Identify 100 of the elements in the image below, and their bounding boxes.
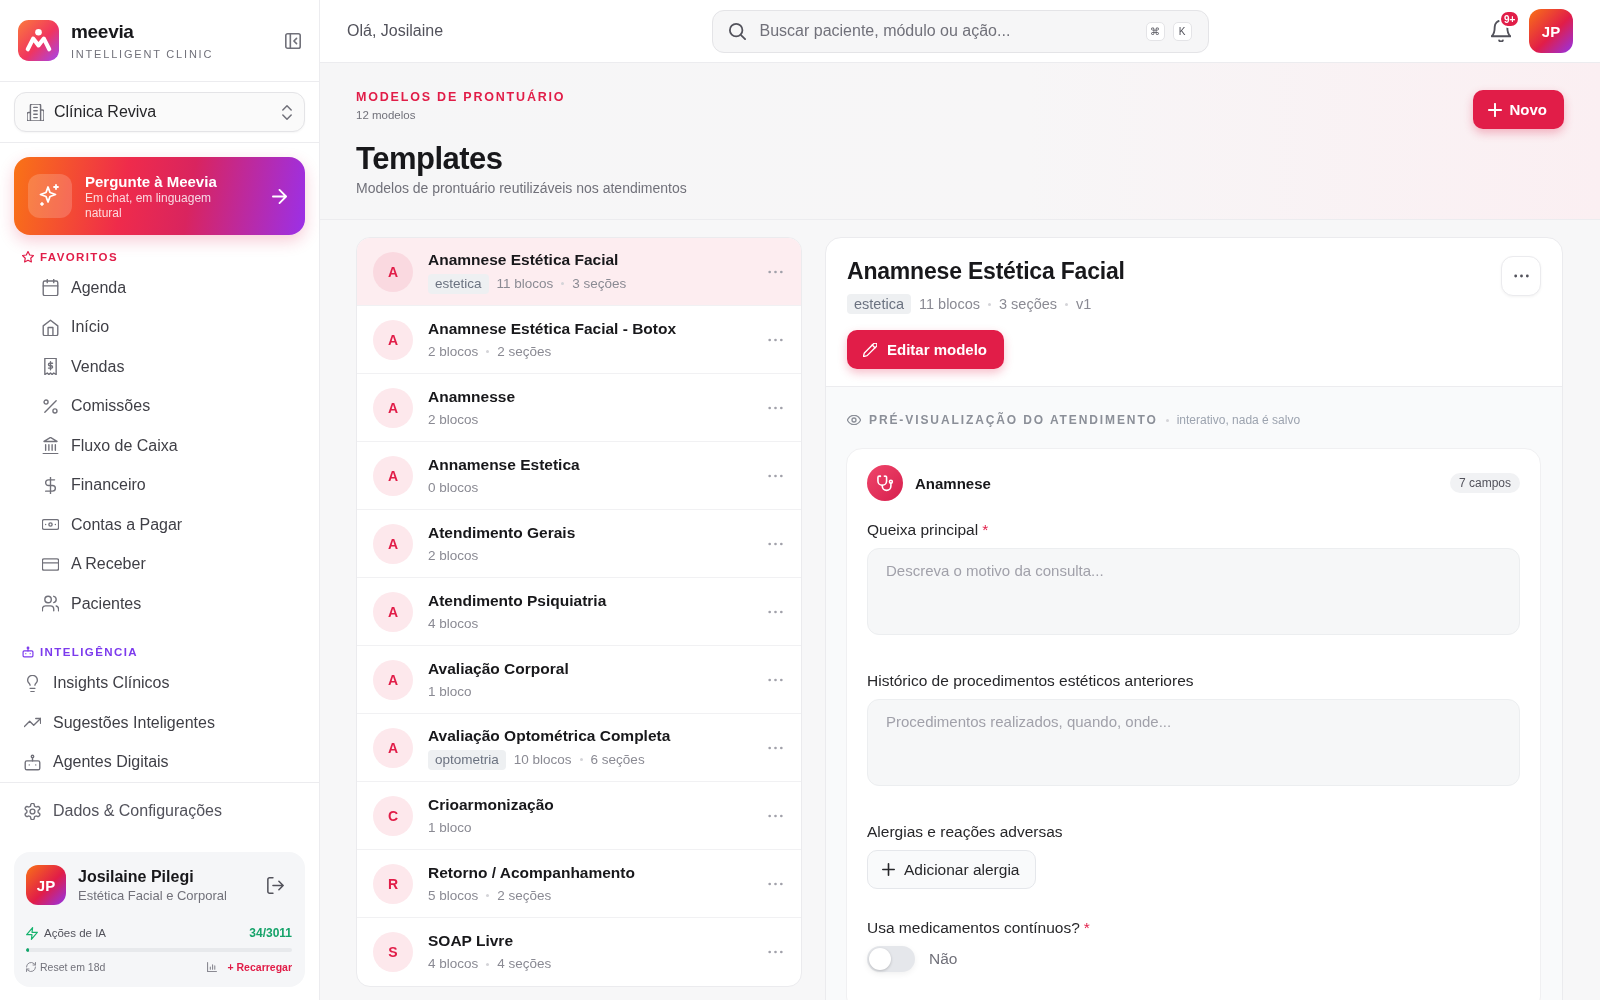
search-icon (728, 22, 746, 40)
toggle-switch[interactable] (867, 946, 915, 972)
template-meta: 6 seções (590, 750, 645, 769)
logout-icon[interactable] (267, 876, 284, 894)
dot-separator-icon (486, 962, 490, 966)
template-meta: 2 blocos (428, 410, 479, 429)
section-title: FAVORITOS (40, 251, 118, 263)
bar-chart-icon (207, 962, 218, 972)
template-row[interactable]: A Anamnesse 2 blocos (357, 374, 801, 442)
lightning-icon (26, 926, 38, 940)
template-name: Atendimento Psiquiatria (428, 590, 607, 610)
more-options-icon[interactable] (768, 541, 783, 546)
category-tag: estetica (847, 294, 911, 314)
section-title: Anamnese (915, 474, 991, 492)
page-subtitle: Modelos de prontuário reutilizáveis nos atendimentos (356, 179, 687, 198)
plus-icon (882, 863, 895, 876)
template-avatar: A (373, 251, 413, 292)
template-meta: 11 blocos (919, 295, 980, 313)
template-meta: 2 seções (497, 886, 552, 905)
template-name: SOAP Livre (428, 931, 514, 950)
template-meta: 5 blocos (428, 886, 479, 905)
nav-item[interactable]: Financeiro (0, 465, 319, 505)
text-area-field[interactable]: Descreva o motivo da consulta... (867, 548, 1520, 635)
dot-separator-icon (579, 758, 583, 761)
search-field[interactable]: Buscar paciente, módulo ou ação... ⌘ K (711, 9, 1209, 53)
template-row[interactable]: A Annamense Estetica 0 blocos (357, 442, 801, 510)
more-options-icon[interactable] (768, 745, 783, 750)
template-meta: 2 blocos (428, 546, 479, 565)
nav-item[interactable]: Contas a Pagar (0, 505, 319, 545)
template-row[interactable]: R Retorno / Acompanhamento 5 blocos 2 seções (357, 850, 801, 918)
section-title: INTELIGÊNCIA (40, 645, 138, 658)
more-options-icon[interactable] (768, 813, 783, 818)
user-role: Estética Facial e Corporal (78, 886, 227, 904)
refresh-icon (26, 962, 36, 972)
template-name: Retorno / Acompanhamento (428, 862, 635, 882)
template-meta: 4 blocos (428, 955, 479, 973)
template-meta: 0 blocos (428, 478, 479, 497)
more-options-icon[interactable] (768, 473, 783, 478)
nav-item[interactable]: Dados & Configurações (0, 791, 319, 831)
template-meta: 2 blocos (428, 342, 479, 361)
ask-assistant-card[interactable]: Pergunte à Meevia Em chat, em linguagem natural (14, 157, 305, 235)
recharge-link[interactable]: + Recarregar (227, 961, 292, 973)
template-row[interactable]: A Atendimento Gerais 2 blocos (357, 510, 801, 578)
user-avatar[interactable]: JP (1529, 9, 1573, 53)
template-avatar: A (373, 387, 413, 428)
nav-item[interactable]: Sugestões Inteligentes (0, 703, 319, 743)
nav-item[interactable]: Início (0, 307, 319, 347)
new-template-button[interactable]: Novo (1472, 90, 1564, 129)
more-options-icon[interactable] (768, 950, 783, 954)
template-meta: 1 bloco (428, 818, 472, 837)
template-row[interactable]: C Crioarmonização 1 bloco (357, 782, 801, 850)
nav-item[interactable]: Vendas (0, 347, 319, 387)
add-allergy-button[interactable]: Adicionar alergia (867, 850, 1037, 889)
more-options-icon[interactable] (768, 405, 783, 410)
template-name: Avaliação Corporal (428, 658, 569, 678)
greeting: Olá, Josilaine (347, 22, 444, 40)
template-meta: 1 bloco (428, 682, 472, 701)
star-icon (22, 251, 34, 263)
nav-item[interactable]: Fluxo de Caixa (0, 426, 319, 466)
robot-icon (22, 645, 34, 658)
template-meta: 11 blocos (496, 274, 554, 293)
category-tag: estetica (428, 273, 489, 294)
template-name: Anamnesse (428, 386, 515, 406)
nav-item[interactable]: Insights Clínicos (0, 663, 319, 703)
template-avatar: A (373, 659, 413, 700)
plus-icon (1487, 102, 1502, 117)
more-options-icon[interactable] (768, 269, 783, 274)
text-area-field[interactable]: Procedimentos realizados, quando, onde... (867, 699, 1520, 786)
field-label: Histórico de procedimentos estéticos anteriores (867, 671, 1194, 691)
more-options-icon[interactable] (768, 677, 783, 682)
template-row[interactable]: S SOAP Livre 4 blocos 4 seções (357, 918, 801, 986)
more-options-icon[interactable] (768, 337, 783, 342)
nav-item[interactable]: A Receber (0, 544, 319, 584)
page-eyebrow: MODELOS DE PRONTUÁRIO (356, 89, 566, 105)
template-row[interactable]: A Atendimento Psiquiatria 4 blocos (357, 578, 801, 646)
dot-separator-icon (988, 302, 991, 306)
dot-separator-icon (1065, 302, 1069, 306)
template-row[interactable]: A Anamnese Estética Facial estetica 11 blocos 3 seções (357, 238, 801, 306)
receipt-icon (42, 358, 59, 376)
template-row[interactable]: A Avaliação Corporal 1 bloco (357, 646, 801, 714)
template-row[interactable]: A Anamnese Estética Facial - Botox 2 blocos 2 seções (357, 306, 801, 374)
edit-template-button[interactable]: Editar modelo (847, 330, 1004, 369)
search-input[interactable]: Buscar paciente, módulo ou ação... (759, 19, 1138, 43)
category-tag: optometria (428, 749, 506, 770)
collapse-sidebar-icon[interactable] (285, 32, 301, 49)
template-name: Crioarmonização (428, 794, 554, 814)
nav-item[interactable]: Agentes Digitais (0, 742, 319, 782)
building-icon (27, 103, 44, 121)
stethoscope-icon (867, 465, 903, 501)
template-avatar: A (373, 727, 413, 768)
clinic-selector[interactable]: Clínica Reviva (14, 92, 305, 132)
dollar-icon (42, 476, 59, 494)
template-row[interactable]: A Avaliação Optométrica Completa optometria 10 blocos 6 seções (357, 714, 801, 782)
nav-item[interactable]: Agenda (0, 268, 319, 308)
page-title: Templates (356, 141, 503, 177)
nav-item[interactable]: Comissões (0, 386, 319, 426)
nav-item[interactable]: Pacientes (0, 584, 319, 624)
more-options-icon[interactable] (768, 881, 783, 886)
more-options-icon[interactable] (768, 609, 783, 614)
template-avatar: A (373, 591, 413, 632)
